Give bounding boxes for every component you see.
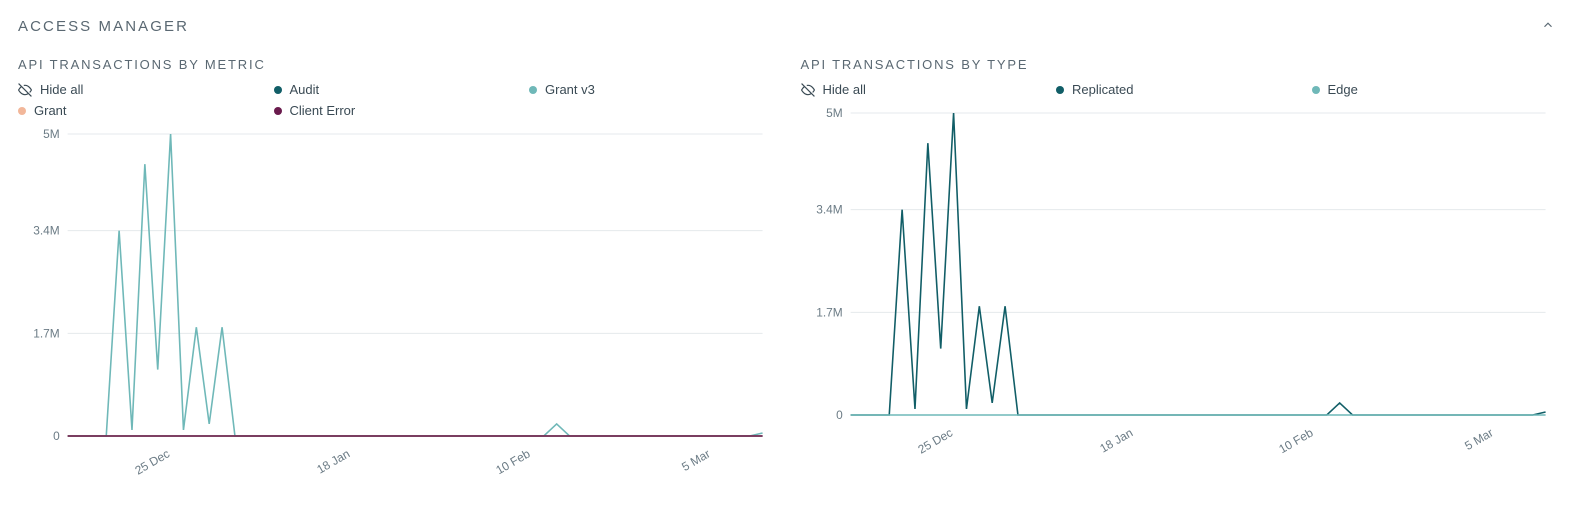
chart-metric-legend: Hide all Audit Grant v3 Grant Client Err… [18, 82, 773, 118]
svg-text:25 Dec: 25 Dec [915, 425, 955, 455]
legend-item-grant[interactable]: Grant [18, 103, 262, 118]
eye-off-icon [18, 83, 32, 97]
panel-title: ACCESS MANAGER [18, 18, 189, 35]
legend-item-audit[interactable]: Audit [274, 82, 518, 97]
svg-text:3.4M: 3.4M [33, 224, 59, 238]
legend-item-replicated[interactable]: Replicated [1056, 82, 1300, 97]
svg-text:18 Jan: 18 Jan [1097, 425, 1135, 455]
svg-text:1.7M: 1.7M [816, 305, 842, 319]
legend-item-grant-v3[interactable]: Grant v3 [529, 82, 773, 97]
chevron-up-icon [1541, 18, 1555, 32]
chart-metric: API TRANSACTIONS BY METRIC Hide all Audi… [18, 57, 773, 476]
svg-text:1.7M: 1.7M [33, 326, 59, 340]
charts-row: API TRANSACTIONS BY METRIC Hide all Audi… [18, 57, 1555, 476]
legend-hide-all[interactable]: Hide all [18, 82, 262, 97]
svg-text:10 Feb: 10 Feb [1276, 425, 1315, 455]
legend-hide-all[interactable]: Hide all [801, 82, 1045, 97]
chart-type-title: API TRANSACTIONS BY TYPE [801, 57, 1556, 72]
legend-item-edge[interactable]: Edge [1312, 82, 1556, 97]
chart-type-plot: 0 1.7M 3.4M 5M 25 Dec 18 Jan 10 Feb 5 Mar [801, 105, 1556, 455]
chart-type-legend: Hide all Replicated Edge [801, 82, 1556, 97]
legend-label: Client Error [290, 103, 356, 118]
eye-off-icon [801, 83, 815, 97]
swatch-icon [1056, 86, 1064, 94]
svg-text:5M: 5M [826, 106, 843, 120]
legend-label: Replicated [1072, 82, 1133, 97]
chart-metric-plot: 0 1.7M 3.4M 5M 25 Dec 18 Jan 10 Feb 5 Mar [18, 126, 773, 476]
svg-text:0: 0 [836, 408, 843, 422]
legend-label: Edge [1328, 82, 1358, 97]
svg-text:5 Mar: 5 Mar [679, 446, 712, 473]
chart-metric-title: API TRANSACTIONS BY METRIC [18, 57, 773, 72]
swatch-icon [18, 107, 26, 115]
access-manager-panel: ACCESS MANAGER API TRANSACTIONS BY METRI… [0, 0, 1573, 500]
legend-hide-all-label: Hide all [40, 82, 83, 97]
collapse-button[interactable] [1541, 18, 1555, 35]
svg-text:5 Mar: 5 Mar [1462, 425, 1495, 452]
swatch-icon [274, 86, 282, 94]
legend-label: Audit [290, 82, 320, 97]
svg-text:3.4M: 3.4M [816, 203, 842, 217]
legend-label: Grant v3 [545, 82, 595, 97]
legend-hide-all-label: Hide all [823, 82, 866, 97]
svg-text:0: 0 [53, 429, 60, 443]
swatch-icon [529, 86, 537, 94]
swatch-icon [1312, 86, 1320, 94]
legend-label: Grant [34, 103, 67, 118]
svg-text:5M: 5M [43, 127, 60, 141]
svg-text:10 Feb: 10 Feb [493, 446, 532, 476]
svg-text:25 Dec: 25 Dec [132, 446, 172, 476]
svg-text:18 Jan: 18 Jan [314, 446, 352, 476]
legend-item-client-error[interactable]: Client Error [274, 103, 518, 118]
chart-type: API TRANSACTIONS BY TYPE Hide all Replic… [801, 57, 1556, 476]
panel-header: ACCESS MANAGER [18, 18, 1555, 35]
swatch-icon [274, 107, 282, 115]
